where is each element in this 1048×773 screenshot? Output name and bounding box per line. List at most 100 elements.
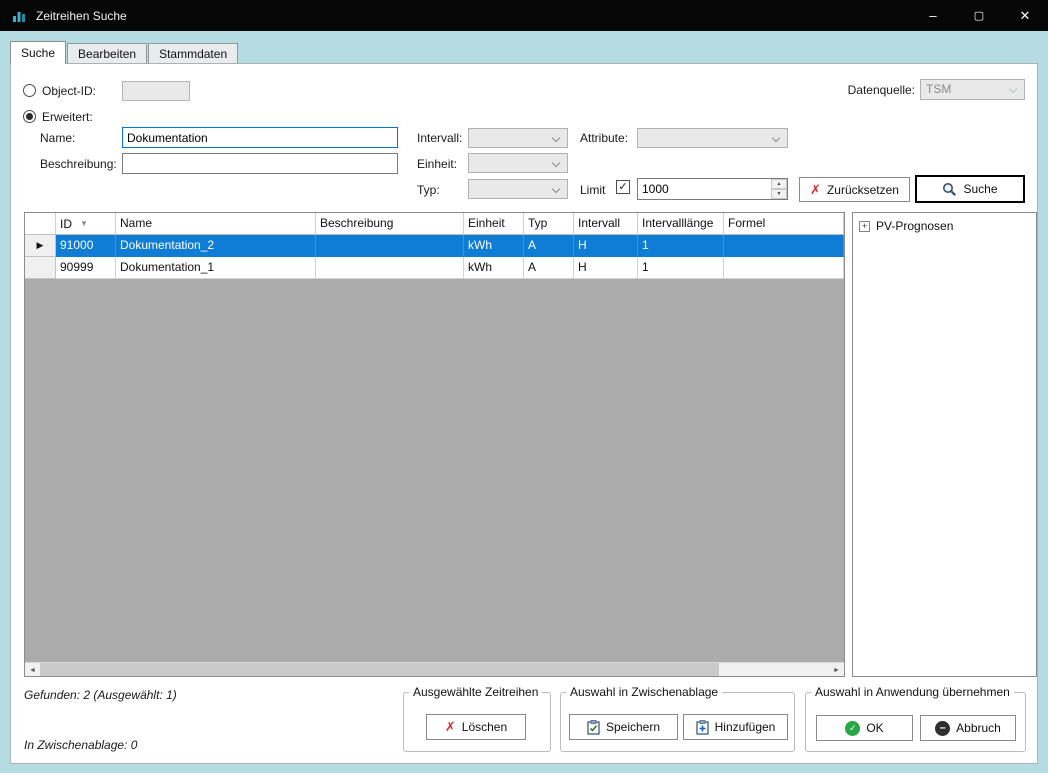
column-header-id[interactable]: ID ▼	[56, 213, 116, 235]
spin-down-icon: ▼	[777, 191, 782, 197]
datenquelle-select[interactable]: TSM	[920, 79, 1025, 100]
speichern-label: Speichern	[606, 720, 660, 734]
maximize-button[interactable]: ▢	[956, 0, 1002, 31]
cell-intervall[interactable]: H	[574, 235, 638, 257]
clipboard-add-icon	[696, 720, 709, 735]
suche-label: Suche	[963, 182, 997, 196]
cell-name[interactable]: Dokumentation_2	[116, 235, 316, 257]
cell-beschreibung[interactable]	[316, 235, 464, 257]
result-count-status: Gefunden: 2 (Ausgewählt: 1)	[24, 688, 177, 702]
ok-check-icon: ✓	[845, 721, 860, 736]
loeschen-button[interactable]: ✗ Löschen	[426, 714, 526, 740]
hinzufuegen-button[interactable]: Hinzufügen	[683, 714, 788, 740]
speichern-button[interactable]: Speichern	[569, 714, 678, 740]
limit-checkbox[interactable]: ✓	[616, 180, 630, 194]
cell-formel[interactable]	[724, 235, 844, 257]
cell-intervall[interactable]: H	[574, 257, 638, 279]
cell-id[interactable]: 90999	[56, 257, 116, 279]
tab-strip: Suche Bearbeiten Stammdaten	[10, 41, 239, 64]
intervall-select[interactable]	[468, 128, 568, 148]
limit-label: Limit	[580, 183, 605, 197]
intervall-label: Intervall:	[417, 131, 462, 145]
column-header-name[interactable]: Name	[116, 213, 316, 235]
typ-label: Typ:	[417, 183, 440, 197]
red-x-icon: ✗	[810, 182, 821, 198]
row-header-cell[interactable]	[25, 257, 56, 279]
column-header-typ[interactable]: Typ	[524, 213, 574, 235]
window-title: Zeitreihen Suche	[36, 9, 127, 23]
spin-up-button[interactable]: ▲	[771, 179, 787, 189]
cell-formel[interactable]	[724, 257, 844, 279]
object-id-label: Object-ID:	[42, 84, 96, 98]
attribute-label: Attribute:	[580, 131, 628, 145]
einheit-label: Einheit:	[417, 157, 457, 171]
object-id-radio[interactable]	[23, 84, 36, 97]
cell-einheit[interactable]: kWh	[464, 235, 524, 257]
group-title: Ausgewählte Zeitreihen	[409, 685, 542, 699]
tree-node-pv-prognosen[interactable]: + PV-Prognosen	[853, 213, 1036, 233]
einheit-select[interactable]	[468, 153, 568, 173]
object-id-input[interactable]	[122, 81, 190, 101]
loeschen-label: Löschen	[462, 720, 507, 734]
spin-down-button[interactable]: ▼	[771, 189, 787, 199]
limit-input[interactable]	[637, 178, 788, 200]
cell-beschreibung[interactable]	[316, 257, 464, 279]
name-input[interactable]	[122, 127, 398, 148]
close-button[interactable]: ✕	[1002, 0, 1048, 31]
column-header-intervalllaenge[interactable]: Intervalllänge	[638, 213, 724, 235]
erweitert-radio[interactable]	[23, 110, 36, 123]
category-tree: + PV-Prognosen	[852, 212, 1037, 677]
abbruch-button[interactable]: – Abbruch	[920, 715, 1016, 741]
datenquelle-label: Datenquelle:	[843, 83, 915, 97]
tab-suche[interactable]: Suche	[10, 41, 66, 64]
cell-intervalllaenge[interactable]: 1	[638, 257, 724, 279]
attribute-select[interactable]	[637, 128, 788, 148]
chevron-down-icon	[552, 159, 560, 167]
group-title: Auswahl in Zwischenablage	[566, 685, 722, 699]
titlebar: Zeitreihen Suche – ▢ ✕	[0, 0, 1048, 31]
cell-name[interactable]: Dokumentation_1	[116, 257, 316, 279]
results-grid: ID ▼ Name Beschreibung Einheit Typ Inter…	[24, 212, 845, 677]
scroll-right-icon: ►	[833, 667, 840, 674]
cell-intervalllaenge[interactable]: 1	[638, 235, 724, 257]
tree-expand-icon[interactable]: +	[859, 221, 870, 232]
suche-button[interactable]: Suche	[915, 175, 1025, 203]
column-header-beschreibung[interactable]: Beschreibung	[316, 213, 464, 235]
scrollbar-thumb[interactable]	[40, 663, 719, 677]
limit-spinner: ▲ ▼	[771, 179, 787, 199]
datenquelle-value: TSM	[926, 82, 951, 96]
column-header-einheit[interactable]: Einheit	[464, 213, 524, 235]
ok-label: OK	[866, 721, 883, 735]
cell-typ[interactable]: A	[524, 257, 574, 279]
grid-header-row: ID ▼ Name Beschreibung Einheit Typ Inter…	[25, 213, 844, 235]
sort-desc-icon: ▼	[80, 219, 88, 228]
clipboard-group: Auswahl in Zwischenablage Speichern	[560, 692, 795, 752]
scroll-right-button[interactable]: ►	[829, 663, 844, 677]
horizontal-scrollbar[interactable]: ◄ ►	[25, 662, 844, 676]
beschreibung-input[interactable]	[122, 153, 398, 174]
table-row[interactable]: ▶ 91000 Dokumentation_2 kWh A H 1	[25, 235, 844, 257]
apply-group: Auswahl in Anwendung übernehmen ✓ OK – A…	[805, 692, 1026, 752]
cell-einheit[interactable]: kWh	[464, 257, 524, 279]
grid-corner-cell	[25, 213, 56, 235]
row-header-cell[interactable]: ▶	[25, 235, 56, 257]
table-row[interactable]: 90999 Dokumentation_1 kWh A H 1	[25, 257, 844, 279]
tab-bearbeiten[interactable]: Bearbeiten	[67, 43, 147, 64]
zuruecksetzen-button[interactable]: ✗ Zurücksetzen	[799, 177, 910, 202]
current-row-icon: ▶	[37, 240, 44, 251]
scrollbar-track[interactable]	[40, 663, 829, 676]
cell-typ[interactable]: A	[524, 235, 574, 257]
typ-select[interactable]	[468, 179, 568, 199]
search-icon	[942, 182, 957, 197]
scroll-left-button[interactable]: ◄	[25, 663, 40, 677]
selected-series-group: Ausgewählte Zeitreihen ✗ Löschen	[403, 692, 551, 752]
erweitert-label: Erweitert:	[42, 110, 93, 124]
cell-id[interactable]: 91000	[56, 235, 116, 257]
hinzufuegen-label: Hinzufügen	[715, 720, 776, 734]
column-header-formel[interactable]: Formel	[724, 213, 844, 235]
minimize-button[interactable]: –	[910, 0, 956, 31]
ok-button[interactable]: ✓ OK	[816, 715, 913, 741]
tab-stammdaten[interactable]: Stammdaten	[148, 43, 238, 64]
beschreibung-label: Beschreibung:	[40, 157, 117, 171]
column-header-intervall[interactable]: Intervall	[574, 213, 638, 235]
